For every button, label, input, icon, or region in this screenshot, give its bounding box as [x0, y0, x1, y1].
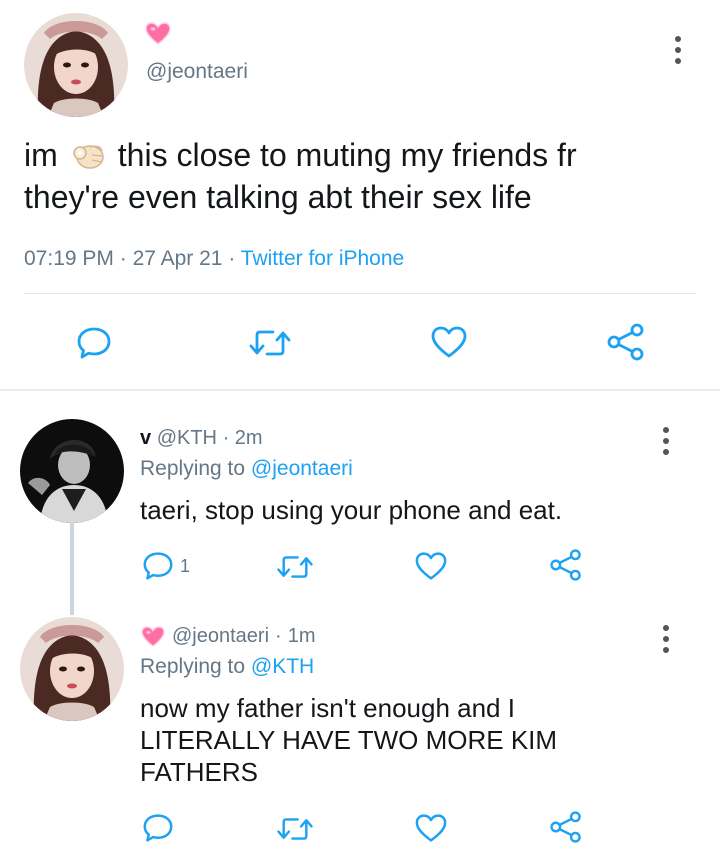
retweet-button[interactable]	[247, 327, 293, 359]
reply2-text-line: now my father isn't enough and I	[140, 693, 515, 723]
reply2-text-line: FATHERS	[140, 757, 258, 787]
like-button[interactable]	[430, 325, 468, 359]
avatar-jeontaeri[interactable]	[24, 13, 128, 117]
meta-separator: ·	[119, 247, 127, 270]
like-button[interactable]	[414, 551, 448, 581]
pink-heart-emoji	[145, 22, 171, 51]
reply-count: 1	[180, 555, 191, 576]
tweet-handle[interactable]: @jeontaeri	[146, 60, 248, 84]
reply1-name[interactable]: v	[140, 427, 151, 449]
reply2-age: 1m	[287, 625, 316, 647]
tweet-text-part1: im	[24, 137, 58, 173]
share-icon	[550, 811, 581, 843]
avatar-jeontaeri[interactable]	[20, 617, 124, 721]
tweet-source-link[interactable]: Twitter for iPhone	[241, 247, 404, 270]
pink-heart-emoji	[140, 625, 166, 648]
reply1-header: v @KTH · 2m	[140, 427, 263, 450]
tweet-text-line2: they're even talking abt their sex life	[24, 179, 532, 215]
reply-button[interactable]	[142, 813, 174, 843]
replying-label: Replying to	[140, 457, 246, 480]
tweet-time: 07:19 PM	[24, 247, 114, 270]
share-icon	[607, 323, 644, 361]
reply1-text: taeri, stop using your phone and eat.	[140, 495, 563, 525]
tweet-meta: 07:19 PM · 27 Apr 21 · Twitter for iPhon…	[24, 247, 404, 271]
retweet-icon	[249, 330, 291, 356]
ok-hand-emoji	[70, 137, 106, 173]
like-icon	[415, 552, 447, 580]
reply-icon	[77, 327, 111, 359]
reply-icon	[143, 814, 173, 842]
reply2-handle[interactable]: @jeontaeri	[172, 625, 269, 648]
meta-separator: ·	[228, 247, 236, 270]
avatar-kth[interactable]	[20, 419, 124, 523]
reply-button[interactable]	[76, 326, 112, 360]
share-button[interactable]	[549, 810, 583, 844]
reply2-replying-to: Replying to @KTH	[140, 655, 314, 679]
meta-separator: ·	[275, 625, 282, 647]
tweet-date: 27 Apr 21	[132, 247, 223, 270]
like-icon	[415, 814, 447, 842]
section-divider	[0, 389, 720, 391]
more-options-icon[interactable]	[673, 36, 683, 64]
more-options-icon[interactable]	[661, 625, 671, 653]
reply2-header: @jeontaeri · 1m	[140, 625, 316, 648]
tweet-text: im this close to muting my friends fr th…	[24, 134, 704, 218]
retweet-button[interactable]	[275, 815, 315, 843]
share-icon	[550, 549, 581, 581]
reply-icon	[143, 552, 173, 580]
reply2-text-line: LITERALLY HAVE TWO MORE KIM	[140, 725, 558, 755]
share-button[interactable]	[606, 322, 646, 362]
retweet-icon	[277, 818, 313, 840]
replying-label: Replying to	[140, 655, 246, 678]
reply1-handle[interactable]: @KTH	[157, 427, 217, 449]
share-button[interactable]	[549, 548, 583, 582]
tweet-text-part2: this close to muting my friends fr	[117, 137, 577, 173]
thread-line	[70, 523, 74, 615]
like-button[interactable]	[414, 813, 448, 843]
meta-divider	[24, 293, 696, 294]
retweet-button[interactable]	[275, 553, 315, 581]
more-options-icon[interactable]	[661, 427, 671, 455]
reply1-replying-to: Replying to @jeontaeri	[140, 457, 353, 481]
reply1-age: 2m	[234, 427, 263, 449]
replying-to-link[interactable]: @KTH	[251, 655, 314, 678]
meta-separator: ·	[222, 427, 230, 449]
retweet-icon	[277, 556, 313, 578]
replying-to-link[interactable]: @jeontaeri	[251, 457, 353, 480]
reply-button[interactable]: 1	[142, 551, 190, 581]
like-icon	[431, 326, 467, 358]
reply2-text: now my father isn't enough and I LITERAL…	[140, 692, 557, 788]
